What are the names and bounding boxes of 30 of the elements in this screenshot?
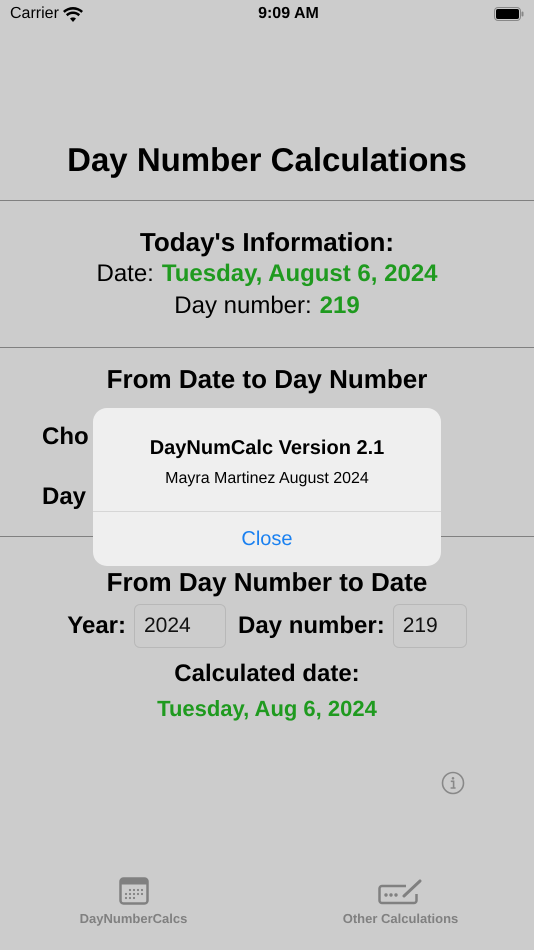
field-label: Cho	[42, 423, 89, 450]
date-value: Tuesday, August 6, 2024	[162, 259, 438, 290]
year-field[interactable]: 2024	[134, 604, 226, 648]
section-heading: From Day Number to Date	[106, 567, 428, 598]
result-label: Calculated date:	[174, 659, 360, 690]
keyboard-pencil-icon	[378, 877, 424, 906]
field-label: Day	[42, 483, 86, 510]
wifi-icon	[62, 6, 83, 22]
section-heading: Today's Information:	[140, 227, 394, 258]
field-label: Year:	[67, 611, 126, 642]
alert-title: DayNumCalc Version 2.1	[150, 436, 384, 460]
field-label: Day number:	[174, 290, 312, 321]
tab-item[interactable]: DayNumberCalcs	[0, 877, 267, 929]
info-icon[interactable]	[441, 771, 465, 796]
tab-label: DayNumberCalcs	[80, 910, 188, 928]
close-button[interactable]: Close	[93, 511, 441, 566]
page-title: Day Number Calculations	[66, 140, 468, 180]
section-heading: From Date to Day Number	[106, 364, 428, 396]
tab-label: Other Calculations	[342, 910, 458, 928]
day-number-field[interactable]: 219	[392, 604, 467, 648]
field-label: Date:	[96, 259, 154, 290]
clock-text: 9:09 AM	[258, 4, 319, 24]
field-label: Day number:	[238, 611, 385, 642]
tab-item[interactable]: Other Calculations	[267, 877, 534, 929]
battery-icon	[494, 7, 524, 21]
alert-message: Mayra Martinez August 2024	[165, 468, 369, 488]
result-date: Tuesday, Aug 6, 2024	[157, 695, 377, 724]
day-number-value: 219	[320, 290, 360, 321]
carrier-text: Carrier	[10, 4, 59, 24]
calendar-icon	[118, 877, 148, 906]
